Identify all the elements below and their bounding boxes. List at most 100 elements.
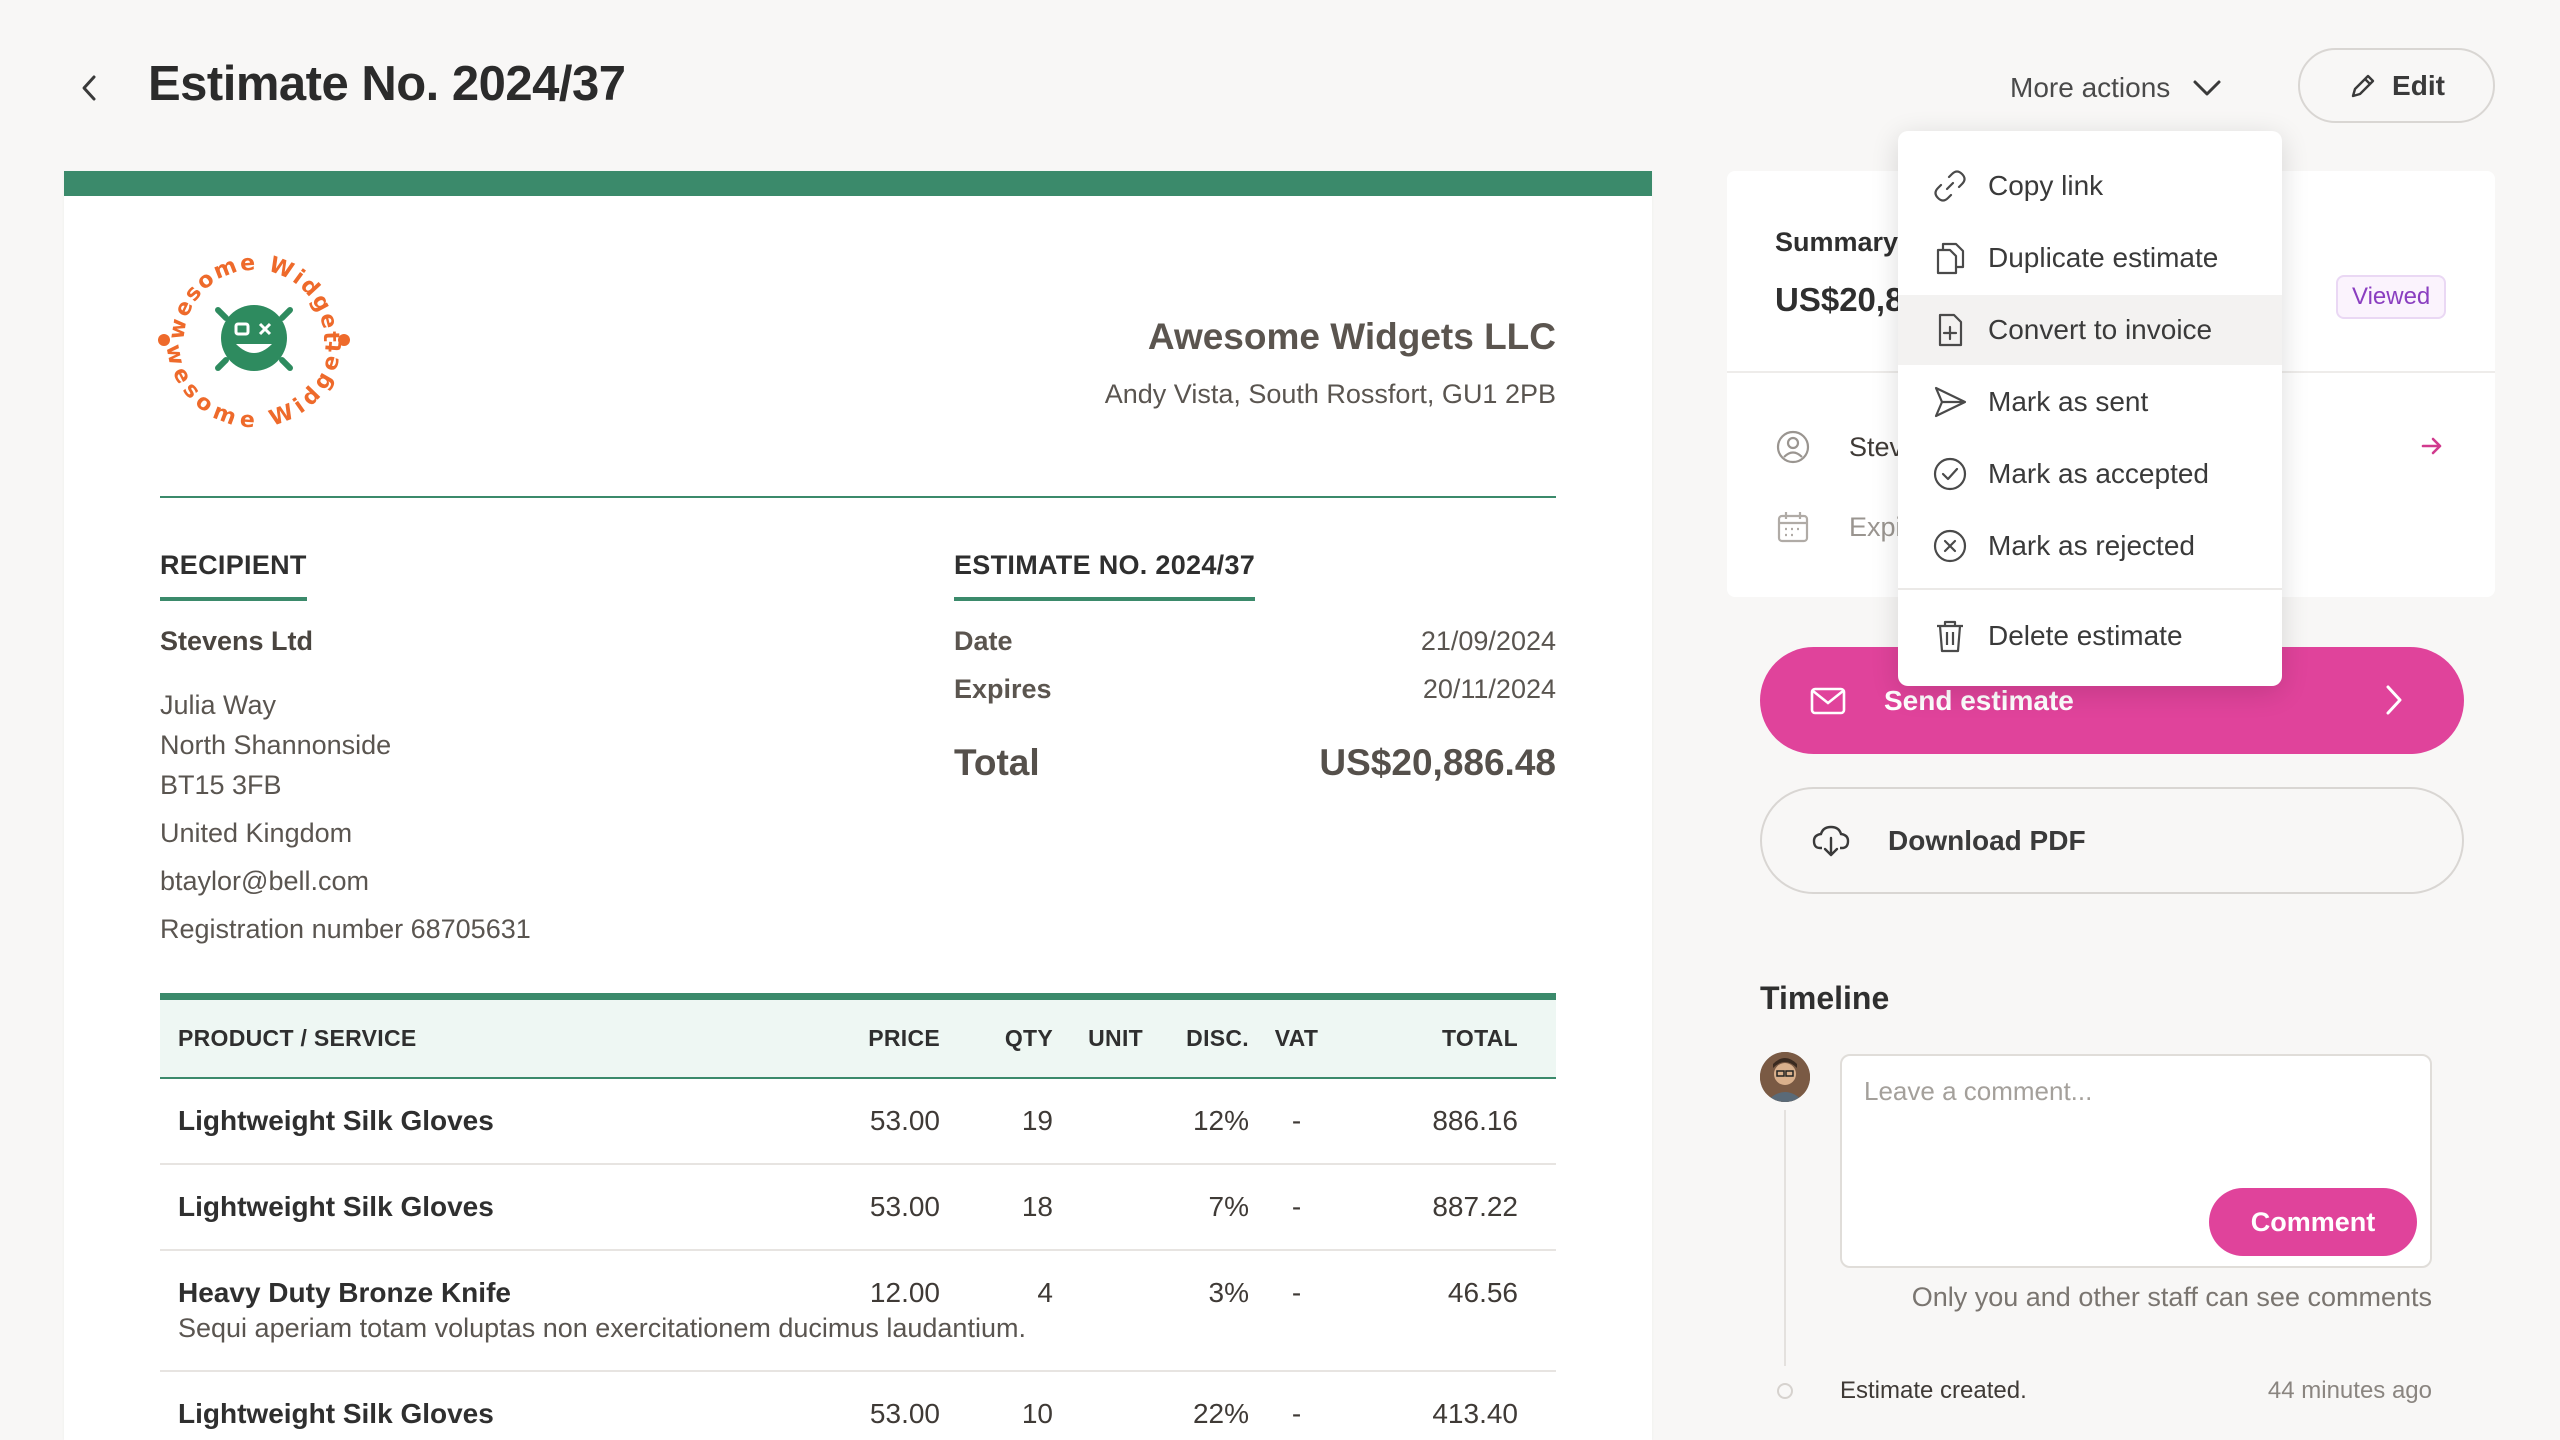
row-disc: 7% [1208, 1191, 1249, 1222]
row-vat: - [1291, 1277, 1302, 1308]
check-circle-icon [1933, 457, 1967, 491]
table-header: PRODUCT / SERVICE PRICE QTY UNIT DISC. V… [160, 993, 1556, 1079]
total-value: US$20,886.48 [1319, 742, 1556, 783]
row-qty: 18 [1021, 1191, 1053, 1222]
cloud-download-icon [1812, 825, 1850, 856]
header-qty: QTY [1004, 1025, 1053, 1051]
total-row: Total US$20,886.48 [954, 742, 1556, 784]
comment-button[interactable]: Comment [2209, 1188, 2417, 1256]
header-unit: UNIT [1088, 1025, 1143, 1051]
table-row: Lightweight Silk Gloves 53.00 10 22% - 4… [160, 1372, 1556, 1440]
link-icon [1934, 170, 1966, 202]
row-description: Sequi aperiam totam voluptas non exercit… [178, 1313, 1026, 1343]
send-estimate-label: Send estimate [1884, 684, 2074, 716]
menu-item-delete-estimate[interactable]: Delete estimate [1898, 601, 2282, 671]
expiry-row: Expi [1775, 509, 1902, 545]
company-logo: Awesome Widgets Awesome Widgets [144, 221, 354, 440]
pencil-icon [2351, 74, 2375, 97]
recipient-name: Stevens Ltd [160, 626, 314, 656]
menu-item-label: Copy link [1988, 170, 2104, 201]
row-total: 886.16 [1432, 1105, 1518, 1136]
header-vat: VAT [1274, 1025, 1319, 1051]
client-row[interactable]: Stev [1775, 429, 1903, 465]
company-address: Andy Vista, South Rossfort, GU1 2PB [1104, 379, 1556, 409]
estimate-document: Awesome Widgets Awesome Widgets Awesome … [64, 171, 1652, 1440]
row-disc: 12% [1192, 1105, 1249, 1136]
row-total: 413.40 [1432, 1398, 1518, 1429]
send-icon [1934, 386, 1967, 418]
timeline-title: Timeline [1760, 980, 1890, 1016]
edit-label: Edit [2392, 69, 2445, 101]
recipient-address-line3: BT15 3FB [160, 770, 282, 800]
total-label: Total [954, 742, 1040, 783]
timeline-dot [1777, 1383, 1793, 1399]
row-qty: 10 [1021, 1398, 1053, 1429]
row-vat: - [1291, 1191, 1302, 1222]
header-disc: DISC. [1186, 1025, 1249, 1051]
items-table: PRODUCT / SERVICE PRICE QTY UNIT DISC. V… [160, 993, 1556, 1440]
download-pdf-button[interactable]: Download PDF [1760, 787, 2464, 894]
comment-box[interactable]: Leave a comment... Comment [1840, 1054, 2432, 1268]
row-vat: - [1291, 1105, 1302, 1136]
trash-icon [1937, 620, 1963, 653]
menu-item-mark-as-rejected[interactable]: Mark as rejected [1898, 511, 2282, 581]
timeline-event-time: 44 minutes ago [2267, 1377, 2432, 1404]
menu-item-duplicate-estimate[interactable]: Duplicate estimate [1898, 223, 2282, 293]
more-actions-button[interactable]: More actions [2010, 66, 2222, 110]
recipient-registration: Registration number 68705631 [160, 914, 531, 944]
date-row: Date 21/09/2024 [954, 626, 1556, 657]
recipient-email: btaylor@bell.com [160, 866, 369, 896]
recipient-address-line1: Julia Way [160, 690, 277, 720]
divider [160, 496, 1556, 498]
table-row: Lightweight Silk Gloves 53.00 18 7% - 88… [160, 1165, 1556, 1251]
menu-item-convert-to-invoice[interactable]: Convert to invoice [1898, 295, 2282, 365]
header-product: PRODUCT / SERVICE [178, 1025, 417, 1051]
x-circle-icon [1933, 529, 1967, 563]
download-pdf-label: Download PDF [1888, 824, 2086, 856]
more-actions-label: More actions [2010, 72, 2171, 103]
menu-item-mark-as-accepted[interactable]: Mark as accepted [1898, 439, 2282, 509]
client-name: Stev [1849, 431, 1904, 462]
row-disc: 3% [1208, 1277, 1249, 1308]
header-total: TOTAL [1441, 1025, 1518, 1051]
expiry-text: Expi [1849, 511, 1902, 542]
calendar-icon [1777, 512, 1809, 543]
menu-item-mark-as-sent[interactable]: Mark as sent [1898, 367, 2282, 437]
expires-label: Expires [954, 674, 1052, 704]
avatar [1760, 1052, 1810, 1102]
comment-input[interactable]: Leave a comment... [1864, 1076, 2092, 1107]
expires-row: Expires 20/11/2024 [954, 674, 1556, 705]
more-actions-menu: Copy link Duplicate estimate Convert to … [1898, 131, 2282, 686]
edit-button[interactable]: Edit [2298, 48, 2495, 123]
summary-label: Summary [1775, 227, 1899, 257]
back-button[interactable] [68, 66, 112, 110]
recipient-section-title: RECIPIENT [160, 550, 307, 601]
date-label: Date [954, 626, 1013, 656]
row-total: 887.22 [1432, 1191, 1518, 1222]
recipient-country: United Kingdom [160, 818, 353, 848]
chevron-left-icon [82, 75, 96, 101]
row-qty: 19 [1021, 1105, 1053, 1136]
arrow-right-icon [2421, 437, 2442, 455]
company-name: Awesome Widgets LLC [1147, 316, 1556, 357]
menu-item-label: Delete estimate [1988, 620, 2183, 651]
mail-icon [1810, 687, 1846, 714]
copy-icon [1936, 242, 1965, 275]
table-row: Heavy Duty Bronze Knife 12.00 4 3% - 46.… [160, 1251, 1556, 1372]
row-price: 53.00 [869, 1191, 940, 1222]
status-badge: Viewed [2336, 275, 2447, 319]
client-link-arrow[interactable] [2419, 433, 2445, 464]
timeline-line [1784, 1110, 1786, 1366]
header-price: PRICE [868, 1025, 940, 1051]
menu-item-copy-link[interactable]: Copy link [1898, 151, 2282, 221]
staff-visibility-note: Only you and other staff can see comment… [1911, 1282, 2432, 1312]
row-total: 46.56 [1447, 1277, 1518, 1308]
row-vat: - [1291, 1398, 1302, 1429]
estimate-section-title: ESTIMATE NO. 2024/37 [954, 550, 1256, 601]
row-product: Heavy Duty Bronze Knife [178, 1277, 511, 1308]
menu-item-label: Convert to invoice [1988, 314, 2213, 345]
row-product: Lightweight Silk Gloves [178, 1105, 494, 1136]
chevron-right-icon [2386, 685, 2402, 715]
summary-amount: US$20,8 [1775, 281, 1904, 318]
row-price: 12.00 [869, 1277, 940, 1308]
